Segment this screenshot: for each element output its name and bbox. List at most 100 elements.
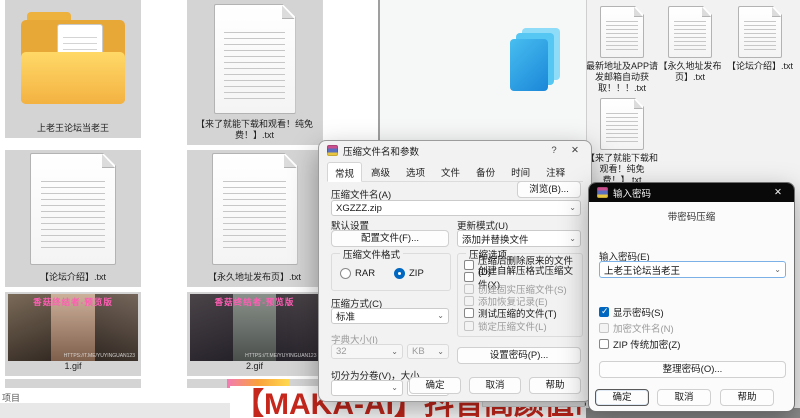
winrar-dialog-title: 压缩文件名和参数 <box>343 144 419 158</box>
tab-advanced[interactable]: 高级 <box>364 162 397 181</box>
help-button[interactable]: 帮助 <box>720 389 774 406</box>
checkbox-icon <box>464 272 474 282</box>
text-file-icon <box>600 6 644 58</box>
items-count-left: 项目 <box>2 391 20 404</box>
txt-file-label: 【永久地址发布页】.txt <box>652 61 728 83</box>
txt-file-label: 【来了就能下载和观看！纯免费！】.txt <box>187 119 322 141</box>
format-rar-radio[interactable]: RAR <box>340 268 375 279</box>
encrypt-filenames-checkbox: 加密文件名(N) <box>599 322 674 334</box>
gif-file-label: 2.gif <box>242 361 267 372</box>
dictionary-size-value: 32 <box>336 346 347 357</box>
option-lock-archive-checkbox: 锁定压缩文件(L) <box>464 320 547 332</box>
close-icon[interactable]: ✕ <box>770 187 786 198</box>
profiles-button[interactable]: 配置文件(F)... <box>331 230 449 247</box>
password-dialog-titlebar[interactable]: 输入密码 ✕ <box>589 183 794 202</box>
chevron-down-icon: ⌄ <box>569 204 576 212</box>
txt-file-item[interactable]: 【论坛介绍】.txt <box>5 150 141 287</box>
winrar-icon <box>597 187 608 198</box>
tab-backup[interactable]: 备份 <box>469 162 502 181</box>
show-password-checkbox[interactable]: 显示密码(S) <box>599 306 664 318</box>
winrar-tab-strip: 常规 高级 选项 文件 备份 时间 注释 <box>327 162 583 182</box>
gif-overlay-text: 香菇终结者-预览版 <box>8 296 138 308</box>
txt-file-label: 最新地址及APP请发邮箱自动获取！！！.txt <box>584 61 660 94</box>
checkbox-icon <box>464 296 474 306</box>
ok-button[interactable]: 确定 <box>409 377 461 394</box>
dictionary-unit-value: KB <box>412 346 425 357</box>
gif-watermark: HTTPS://T.ME/YUYINGUAN123 <box>245 353 316 359</box>
chevron-down-icon: ⌄ <box>437 348 444 356</box>
gif-thumbnail: 香菇终结者-预览版 HTTPS://T.ME/YUYINGUAN123 <box>8 294 138 361</box>
txt-file-item[interactable]: 最新地址及APP请发邮箱自动获取！！！.txt <box>584 6 660 94</box>
txt-file-label: 【永久地址发布页】.txt <box>204 272 305 283</box>
option-test-files-checkbox[interactable]: 测试压缩的文件(T) <box>464 307 557 319</box>
dictionary-size-combobox: 32 ⌄ <box>331 344 403 359</box>
winrar-archive-dialog: 压缩文件名和参数 ? ✕ 常规 高级 选项 文件 备份 时间 注释 压缩文件名(… <box>318 140 592 402</box>
text-file-icon <box>738 6 782 58</box>
cancel-button[interactable]: 取消 <box>469 377 521 394</box>
txt-file-item[interactable]: 【来了就能下载和观看！纯免费！】.txt <box>187 0 322 145</box>
left-explorer-pane: 上老王论坛当老王 【来了就能下载和观看！纯免费！】.txt 【论坛介绍】.txt… <box>0 0 322 418</box>
multiple-files-icon <box>510 28 560 96</box>
gif-watermark: HTTPS://T.ME/YUYINGUAN123 <box>64 353 135 359</box>
compression-method-combobox[interactable]: 标准 ⌄ <box>331 308 449 324</box>
compression-options-group: 压缩选项 压缩后删除原来的文件(D) 创建自解压格式压缩文件(X) 创建固实压缩… <box>457 253 583 337</box>
help-icon[interactable]: ? <box>546 145 562 156</box>
radio-icon <box>340 268 351 279</box>
winrar-dialog-titlebar[interactable]: 压缩文件名和参数 ? ✕ <box>319 141 591 160</box>
zip-legacy-encryption-checkbox[interactable]: ZIP 传统加密(Z) <box>599 338 680 350</box>
update-mode-combobox[interactable]: 添加并替换文件 ⌄ <box>457 230 581 247</box>
chevron-down-icon: ⌄ <box>391 348 398 356</box>
tab-general[interactable]: 常规 <box>327 162 362 182</box>
ok-button[interactable]: 确定 <box>595 389 649 406</box>
radio-icon <box>394 268 405 279</box>
gif-thumbnail: 香菇终结者-预览版 HTTPS://T.ME/YUYINGUAN123 <box>190 294 320 361</box>
checkbox-icon <box>464 321 474 331</box>
format-zip-label: ZIP <box>409 268 424 279</box>
archive-name-label: 压缩文件名(A) <box>331 187 391 201</box>
folder-item[interactable]: 上老王论坛当老王 <box>5 0 141 138</box>
tab-time[interactable]: 时间 <box>504 162 537 181</box>
chevron-down-icon: ⌄ <box>569 235 576 243</box>
archive-format-group: 压缩文件格式 RAR ZIP <box>331 253 451 291</box>
browse-button[interactable]: 浏览(B)... <box>517 181 581 198</box>
compression-method-value: 标准 <box>336 309 355 323</box>
gif-file-item[interactable]: 香菇终结者-预览版 HTTPS://T.ME/YUYINGUAN123 2.gi… <box>187 292 322 376</box>
password-input[interactable] <box>600 264 774 275</box>
archive-name-value: XGZZZ.zip <box>336 203 382 214</box>
archive-format-group-label: 压缩文件格式 <box>340 247 403 261</box>
gif-overlay-text: 香菇终结者-预览版 <box>190 296 320 308</box>
set-password-button[interactable]: 设置密码(P)... <box>457 347 581 364</box>
checkbox-icon <box>599 307 609 317</box>
checkbox-icon <box>599 339 609 349</box>
split-volumes-combobox[interactable]: ⌄ <box>331 380 403 396</box>
format-rar-label: RAR <box>355 268 375 279</box>
txt-file-item[interactable]: 【永久地址发布页】.txt <box>652 6 728 83</box>
txt-file-item[interactable]: 【永久地址发布页】.txt <box>187 150 322 287</box>
password-combobox: ⌄ <box>599 261 786 278</box>
checkbox-icon <box>464 308 474 318</box>
password-dialog-subtitle: 带密码压缩 <box>589 209 794 223</box>
organize-passwords-button[interactable]: 整理密码(O)... <box>599 361 786 378</box>
dictionary-unit-combobox: KB ⌄ <box>407 344 449 359</box>
text-file-icon <box>30 153 116 265</box>
txt-file-label: 【论坛介绍】.txt <box>36 272 110 283</box>
tab-options[interactable]: 选项 <box>399 162 432 181</box>
tab-files[interactable]: 文件 <box>434 162 467 181</box>
checkbox-icon <box>464 284 474 294</box>
folder-icon <box>21 12 125 104</box>
gif-file-label: 1.gif <box>60 361 85 372</box>
tab-comment[interactable]: 注释 <box>539 162 572 181</box>
text-file-icon <box>668 6 712 58</box>
checkbox-icon <box>599 323 609 333</box>
archive-name-combobox[interactable]: XGZZZ.zip ⌄ <box>331 200 581 216</box>
close-icon[interactable]: ✕ <box>567 145 583 156</box>
format-zip-radio[interactable]: ZIP <box>394 268 424 279</box>
txt-file-item[interactable]: 【论坛介绍】.txt <box>722 6 798 72</box>
cancel-button[interactable]: 取消 <box>657 389 711 406</box>
update-mode-value: 添加并替换文件 <box>462 232 529 246</box>
checkbox-icon <box>464 260 474 270</box>
gif-file-item[interactable]: 香菇终结者-预览版 HTTPS://T.ME/YUYINGUAN123 1.gi… <box>5 292 141 376</box>
help-button[interactable]: 帮助 <box>529 377 581 394</box>
txt-file-item[interactable]: 【来了就能下载和观看！纯免费！】.txt <box>584 98 660 186</box>
chevron-down-icon[interactable]: ⌄ <box>774 265 785 274</box>
